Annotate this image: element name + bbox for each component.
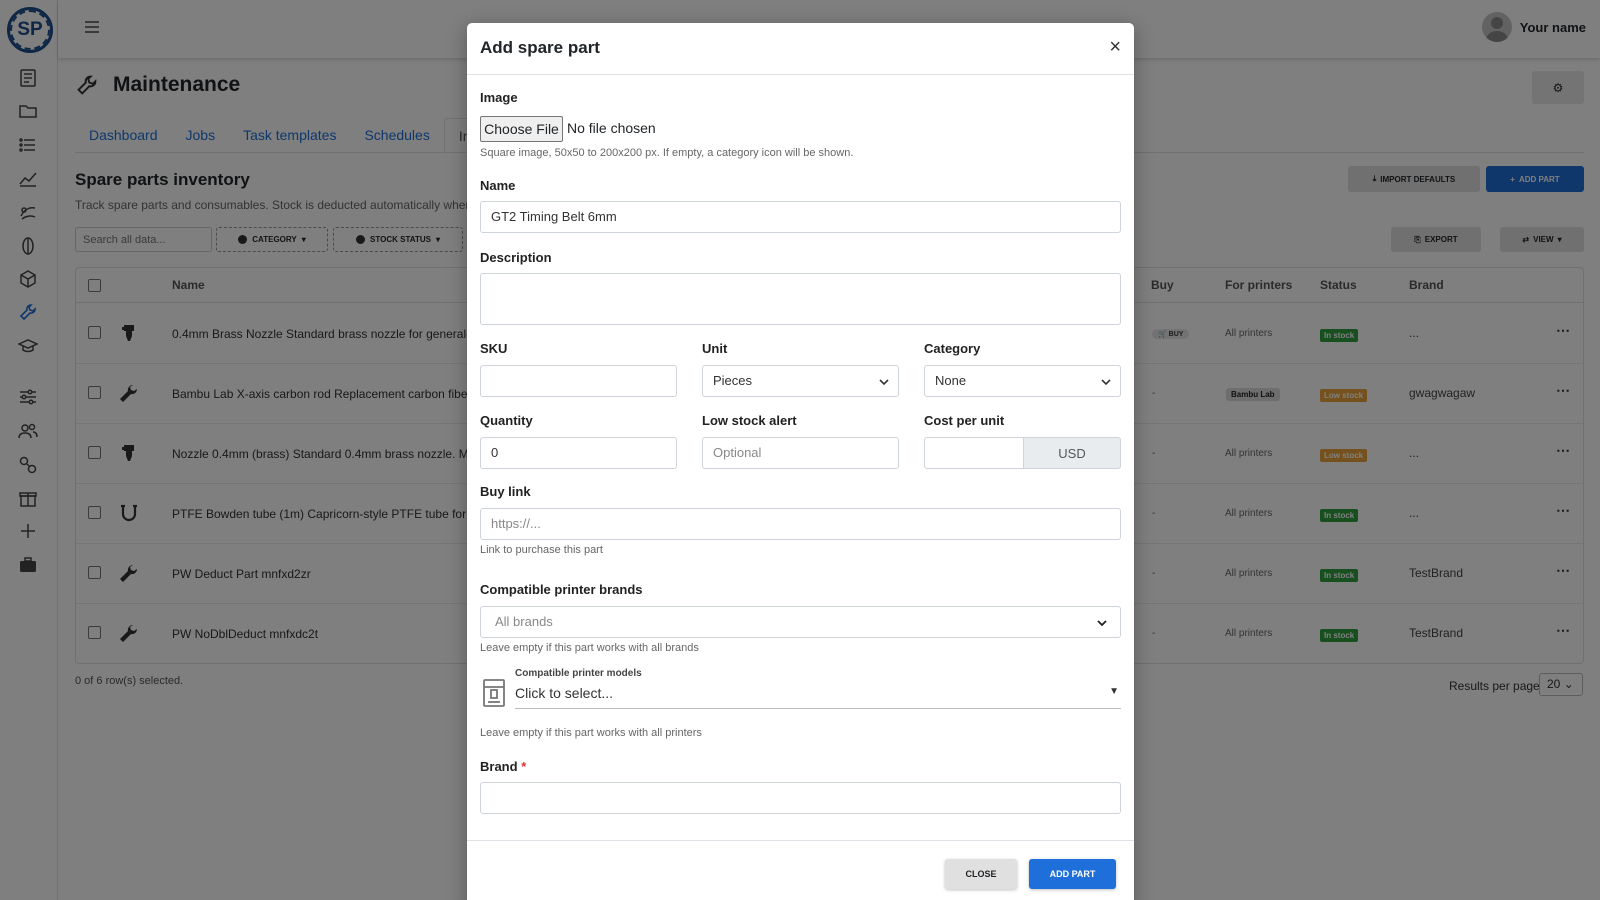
image-hint: Square image, 50x50 to 200x200 px. If em…	[480, 147, 854, 159]
modal-footer: CLOSE ADD PART	[467, 840, 1134, 900]
add-spare-part-modal: Add spare part × Image Choose File No fi…	[467, 23, 1134, 900]
currency-addon: USD	[1023, 437, 1121, 469]
required-marker: *	[521, 759, 527, 774]
models-value: Click to select...	[515, 685, 614, 701]
brand-label-text: Brand	[480, 759, 518, 774]
description-label: Description	[480, 250, 552, 265]
models-select[interactable]: Click to select... ▼	[515, 682, 1121, 709]
category-select[interactable]: None	[924, 365, 1121, 397]
modal-title: Add spare part	[480, 38, 600, 57]
brands-select[interactable]: All brands	[480, 606, 1121, 638]
choose-file-button[interactable]: Choose File	[480, 116, 563, 142]
printer-icon	[481, 678, 507, 708]
unit-select[interactable]: Pieces	[702, 365, 899, 397]
quantity-input[interactable]: 0	[480, 437, 677, 469]
description-textarea[interactable]	[480, 273, 1121, 325]
name-label: Name	[480, 178, 516, 193]
chevron-down-icon	[1101, 379, 1111, 386]
category-label: Category	[924, 341, 981, 356]
chevron-down-icon	[1097, 620, 1107, 627]
name-input[interactable]: GT2 Timing Belt 6mm	[480, 201, 1121, 233]
buy-link-hint: Link to purchase this part	[480, 544, 603, 556]
brands-label: Compatible printer brands	[480, 582, 643, 597]
caret-down-icon: ▼	[1109, 686, 1119, 697]
image-label: Image	[480, 90, 518, 105]
brands-value: All brands	[495, 614, 553, 629]
quantity-label: Quantity	[480, 413, 533, 428]
close-button[interactable]: CLOSE	[945, 859, 1017, 889]
unit-value: Pieces	[713, 373, 753, 388]
add-part-submit-button[interactable]: ADD PART	[1029, 859, 1116, 889]
unit-label: Unit	[702, 341, 728, 356]
modal-header: Add spare part ×	[467, 23, 1134, 75]
brands-hint: Leave empty if this part works with all …	[480, 642, 699, 654]
file-status: No file chosen	[567, 120, 656, 136]
close-icon[interactable]: ×	[1109, 36, 1121, 59]
category-value: None	[935, 373, 967, 388]
buy-link-input[interactable]: https://...	[480, 508, 1121, 540]
cost-input[interactable]	[924, 437, 1024, 469]
models-hint: Leave empty if this part works with all …	[480, 727, 702, 739]
brand-label: Brand *	[480, 759, 526, 774]
chevron-down-icon	[879, 379, 889, 386]
sku-label: SKU	[480, 341, 508, 356]
sku-input[interactable]	[480, 365, 677, 397]
buy-link-label: Buy link	[480, 484, 531, 499]
low-stock-input[interactable]: Optional	[702, 437, 899, 469]
cost-label: Cost per unit	[924, 413, 1005, 428]
models-label: Compatible printer models	[515, 668, 642, 679]
low-stock-label: Low stock alert	[702, 413, 797, 428]
brand-input[interactable]	[480, 782, 1121, 814]
